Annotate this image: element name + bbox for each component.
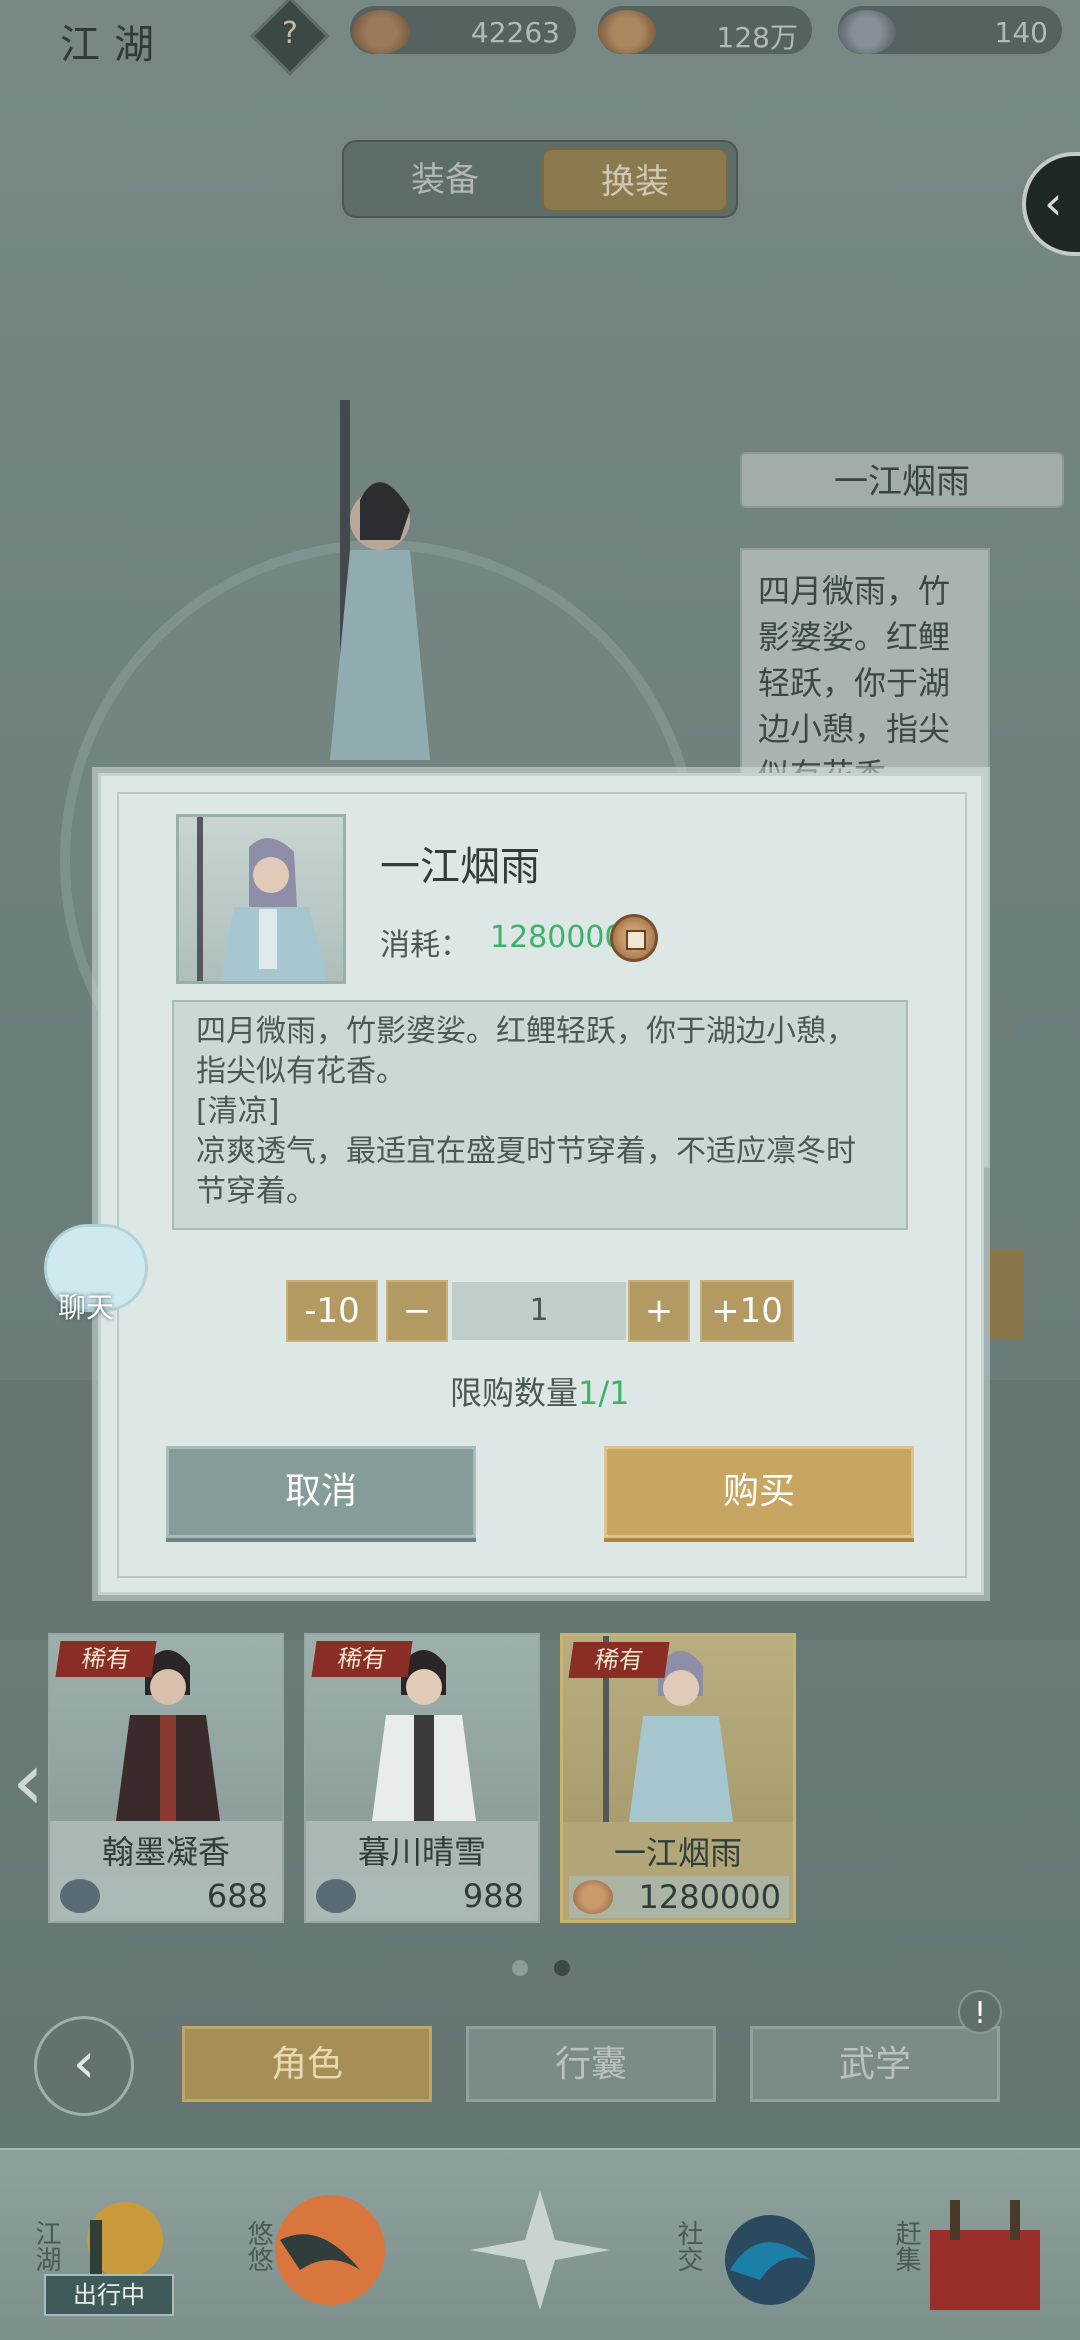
outfit-card-name: 翰墨凝香 [101,1833,230,1871]
chat-label[interactable]: 聊天 [58,1286,114,1326]
qty-minus-10-button[interactable]: -10 [286,1280,378,1342]
back-button[interactable]: ‹ [34,2016,134,2116]
qty-plus-button[interactable]: + [628,1280,690,1342]
limit-label: 限购数量 [450,1374,579,1412]
nav-youyou-label: 悠悠 [243,2220,273,2272]
nav-center[interactable] [460,2180,620,2320]
nav-market-label: 赶集 [891,2220,921,2272]
compass-star-icon [470,2190,610,2310]
page-dot-active[interactable] [554,1960,570,1976]
rarity-tag: 稀有 [55,1641,157,1677]
outfit-portrait [176,814,346,984]
silver-ingot-icon [60,1879,100,1913]
qty-plus-10-button[interactable]: +10 [700,1280,794,1342]
outfit-price: 688 [56,1875,276,1917]
tab-inventory[interactable]: 行囊 [466,2026,716,2102]
tab-character[interactable]: 角色 [182,2026,432,2102]
outfit-card[interactable]: 稀有 翰墨凝香 688 [48,1633,284,1923]
nav-social-label: 社交 [673,2220,703,2272]
copper-coin-icon [610,914,658,962]
rarity-tag: 稀有 [568,1642,670,1678]
purchase-limit: 限购数量1/1 [450,1368,630,1414]
page-dot[interactable] [512,1960,528,1976]
outfit-price-value: 688 [206,1877,268,1915]
copper-coin-icon [573,1880,613,1914]
outfit-price: 988 [312,1875,532,1917]
nav-jianghu-label: 江湖 [31,2220,61,2272]
outfit-card-name: 暮川晴雪 [357,1833,486,1871]
tab-martial-arts[interactable]: 武学 [750,2026,1000,2102]
outfit-price-value: 1280000 [638,1878,781,1916]
buy-button[interactable]: 购买 [604,1446,914,1538]
description-text: 四月微雨，竹影婆娑。红鲤轻跃，你于湖边小憩，指尖似有花香。 [清凉] 凉爽透气，… [196,1014,856,1209]
portrait-image [197,817,328,981]
alert-icon: ! [958,1990,1002,2034]
outfit-card[interactable]: 稀有 暮川晴雪 988 [304,1633,540,1923]
qty-minus-button[interactable]: − [386,1280,448,1342]
quantity-field[interactable]: 1 [452,1282,626,1340]
cost-label: 消耗： [380,928,470,963]
traveling-badge: 出行中 [44,2274,174,2316]
outfit-card-selected[interactable]: 稀有 一江烟雨 1280000 [560,1633,796,1923]
outfit-price-value: 988 [462,1877,524,1915]
outfit-card-name: 一江烟雨 [613,1834,742,1872]
silver-ingot-icon [316,1879,356,1913]
item-description: 四月微雨，竹影婆娑。红鲤轻跃，你于湖边小憩，指尖似有花香。 [清凉] 凉爽透气，… [172,1000,908,1230]
dialog-item-name: 一江烟雨 [380,844,540,890]
outfit-price: 1280000 [569,1876,789,1918]
rarity-tag: 稀有 [311,1641,413,1677]
cost-value: 1280000 [490,920,624,955]
limit-value: 1/1 [578,1374,630,1412]
cancel-button[interactable]: 取消 [166,1446,476,1538]
